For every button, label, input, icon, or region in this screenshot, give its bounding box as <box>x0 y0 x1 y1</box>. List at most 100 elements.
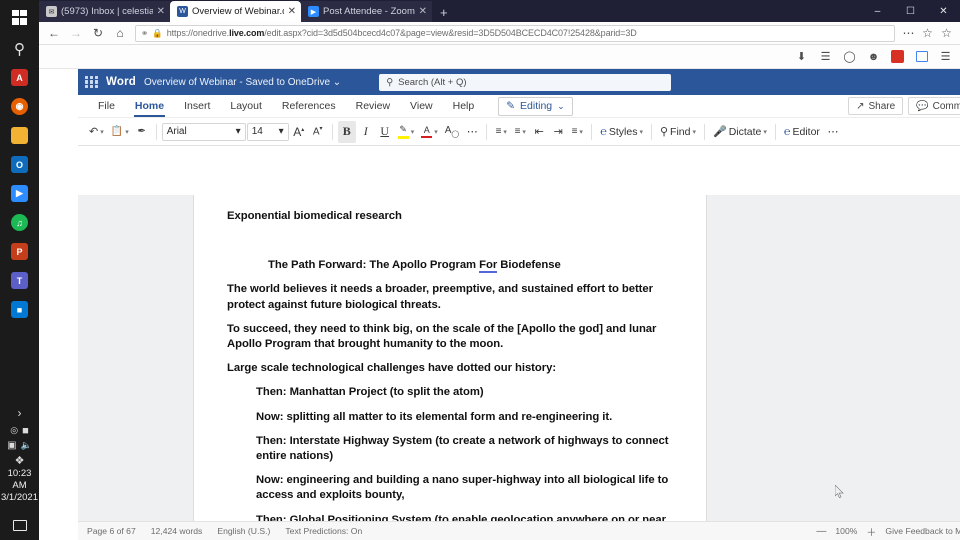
paragraph-6[interactable]: Then: Manhattan Project (to split the at… <box>256 385 673 400</box>
italic-button[interactable]: I <box>357 121 375 143</box>
paste-button[interactable]: 📋 ▾ <box>108 121 132 143</box>
taskbar-app-zoom[interactable]: ▶ <box>0 179 39 208</box>
page-actions-icon[interactable]: ⋯ <box>899 22 918 44</box>
more-commands-button[interactable]: ⋯ <box>824 121 842 143</box>
word-search-box[interactable]: ⚲ Search (Alt + Q) <box>379 73 672 91</box>
tab-insert[interactable]: Insert <box>174 95 220 118</box>
taskbar-app-teams[interactable]: T <box>0 266 39 295</box>
taskbar-search-button[interactable]: ⚲ <box>0 34 39 63</box>
undo-button[interactable]: ↶ ▾ <box>86 121 107 143</box>
tab-review[interactable]: Review <box>346 95 400 118</box>
library-icon[interactable]: ☰ <box>814 46 837 68</box>
browser-tab-3-close-icon[interactable]: ✕ <box>419 6 427 17</box>
paragraph-8[interactable]: Then: Interstate Highway System (to crea… <box>256 434 673 464</box>
underline-button[interactable]: U <box>376 121 394 143</box>
tab-references[interactable]: References <box>272 95 346 118</box>
page-indicator[interactable]: Page 6 of 67 <box>87 526 136 536</box>
increase-indent-button[interactable]: ⇥ <box>549 121 567 143</box>
paragraph-10[interactable]: Then: Global Positioning System (to enab… <box>256 513 673 521</box>
clear-formatting-button[interactable]: A◯ <box>442 121 463 143</box>
numbering-button[interactable]: ≡ ▾ <box>511 121 529 143</box>
taskbar-app-firefox[interactable]: ◉ <box>0 92 39 121</box>
sidebar-icon[interactable] <box>910 46 933 68</box>
grow-font-button[interactable]: A▴ <box>290 121 308 143</box>
editing-mode-button[interactable]: ✎ Editing ⌄ <box>498 96 573 116</box>
home-button[interactable]: ⌂ <box>109 22 131 44</box>
shrink-font-button[interactable]: A▾ <box>309 121 327 143</box>
document-page[interactable]: Exponential biomedical research The Path… <box>194 195 706 521</box>
paragraph-5[interactable]: Large scale technological challenges hav… <box>227 361 673 376</box>
document-canvas[interactable]: Exponential biomedical research The Path… <box>78 195 960 521</box>
document-body[interactable]: Exponential biomedical research The Path… <box>194 195 706 521</box>
tab-view[interactable]: View <box>400 95 443 118</box>
comments-button[interactable]: 💬 Comments <box>908 97 960 115</box>
screenshot-icon[interactable]: ◯ <box>838 46 861 68</box>
tray-row-1[interactable]: ◎ ■ <box>0 423 39 438</box>
find-button[interactable]: ⚲ Find ▾ <box>657 121 699 143</box>
tab-layout[interactable]: Layout <box>220 95 272 118</box>
decrease-indent-button[interactable]: ⇤ <box>530 121 548 143</box>
taskbar-app-file-explorer[interactable] <box>0 121 39 150</box>
more-font-options-button[interactable]: ⋯ <box>463 121 481 143</box>
paragraph-1[interactable]: Exponential biomedical research <box>227 209 673 224</box>
font-name-select[interactable]: Arial ▾ <box>161 122 246 141</box>
reload-button[interactable]: ↻ <box>87 22 109 44</box>
back-button[interactable]: ← <box>43 22 65 44</box>
tray-expand-button[interactable]: › <box>18 403 22 423</box>
zoom-out-button[interactable]: — <box>816 526 826 537</box>
bookmark-star-icon[interactable]: ☆ <box>937 22 956 44</box>
highlight-button[interactable]: ✎ ▾ <box>395 121 418 143</box>
browser-tab-2[interactable]: W Overview of Webinar.docx - M ✕ <box>170 1 301 22</box>
taskbar-app-adobe-acrobat[interactable]: A <box>0 63 39 92</box>
taskbar-app-outlook[interactable]: O <box>0 150 39 179</box>
zoom-level[interactable]: 100% <box>835 526 857 536</box>
format-painter-button[interactable]: ✒ <box>133 121 151 143</box>
save-to-pocket-icon[interactable]: ☆ <box>918 22 937 44</box>
browser-tab-3[interactable]: ▶ Post Attendee - Zoom ✕ <box>301 1 432 22</box>
paragraph-9[interactable]: Now: engineering and building a nano sup… <box>256 473 673 503</box>
styles-button[interactable]: ℮ Styles ▾ <box>597 121 646 143</box>
taskbar-app-store[interactable]: ■ <box>0 295 39 324</box>
minimize-button[interactable]: – <box>861 0 894 22</box>
word-app-name[interactable]: Word <box>106 76 136 88</box>
align-button[interactable]: ≡ ▾ <box>568 121 586 143</box>
close-button[interactable]: ✕ <box>927 0 960 22</box>
clock-time[interactable]: 10:23 AM <box>0 468 39 492</box>
clock-date[interactable]: 3/1/2021 <box>0 492 39 504</box>
paragraph-4[interactable]: To succeed, they need to think big, on t… <box>227 322 673 352</box>
maximize-button[interactable]: ☐ <box>894 0 927 22</box>
tab-home[interactable]: Home <box>125 95 174 118</box>
extension-icon[interactable] <box>886 46 909 68</box>
feedback-link[interactable]: Give Feedback to Microsoft <box>885 526 960 536</box>
tab-help[interactable]: Help <box>443 95 485 118</box>
account-icon[interactable]: ☻ <box>862 46 885 68</box>
paragraph-7[interactable]: Now: splitting all matter to its element… <box>256 410 673 425</box>
start-button[interactable] <box>0 0 39 34</box>
zoom-in-button[interactable]: ＋ <box>866 524 876 539</box>
paragraph-2[interactable]: The Path Forward: The Apollo Program For… <box>268 258 673 274</box>
browser-menu-icon[interactable]: ☰ <box>934 46 957 68</box>
share-button[interactable]: ↗ Share <box>848 97 904 115</box>
tray-row-2[interactable]: ▣ 🔈 <box>0 438 39 453</box>
taskbar-app-powerpoint[interactable]: P <box>0 237 39 266</box>
browser-tab-1-close-icon[interactable]: ✕ <box>157 6 165 17</box>
font-color-button[interactable]: A ▾ <box>418 121 441 143</box>
language-indicator[interactable]: English (U.S.) <box>217 526 270 536</box>
downloads-icon[interactable]: ⬇ <box>790 46 813 68</box>
bullets-button[interactable]: ≡ ▾ <box>492 121 510 143</box>
address-bar[interactable]: ⚭ 🔒 https://onedrive.live.com/edit.aspx?… <box>135 24 895 42</box>
text-predictions-status[interactable]: Text Predictions: On <box>285 526 362 536</box>
task-view-button[interactable] <box>0 510 39 540</box>
editor-button[interactable]: ℮ Editor <box>781 121 823 143</box>
document-title[interactable]: Overview of Webinar - Saved to OneDrive … <box>144 77 341 88</box>
tray-row-3[interactable]: ❖ <box>0 453 39 468</box>
dictate-button[interactable]: 🎤 Dictate ▾ <box>710 121 770 143</box>
app-launcher-icon[interactable] <box>85 75 98 89</box>
forward-button[interactable]: → <box>65 22 87 44</box>
tab-file[interactable]: File <box>88 95 125 118</box>
bold-button[interactable]: B <box>337 120 356 143</box>
font-size-select[interactable]: 14 ▾ <box>246 122 289 141</box>
browser-tab-2-close-icon[interactable]: ✕ <box>288 6 296 17</box>
new-tab-button[interactable]: + <box>432 5 456 22</box>
paragraph-3[interactable]: The world believes it needs a broader, p… <box>227 282 673 312</box>
